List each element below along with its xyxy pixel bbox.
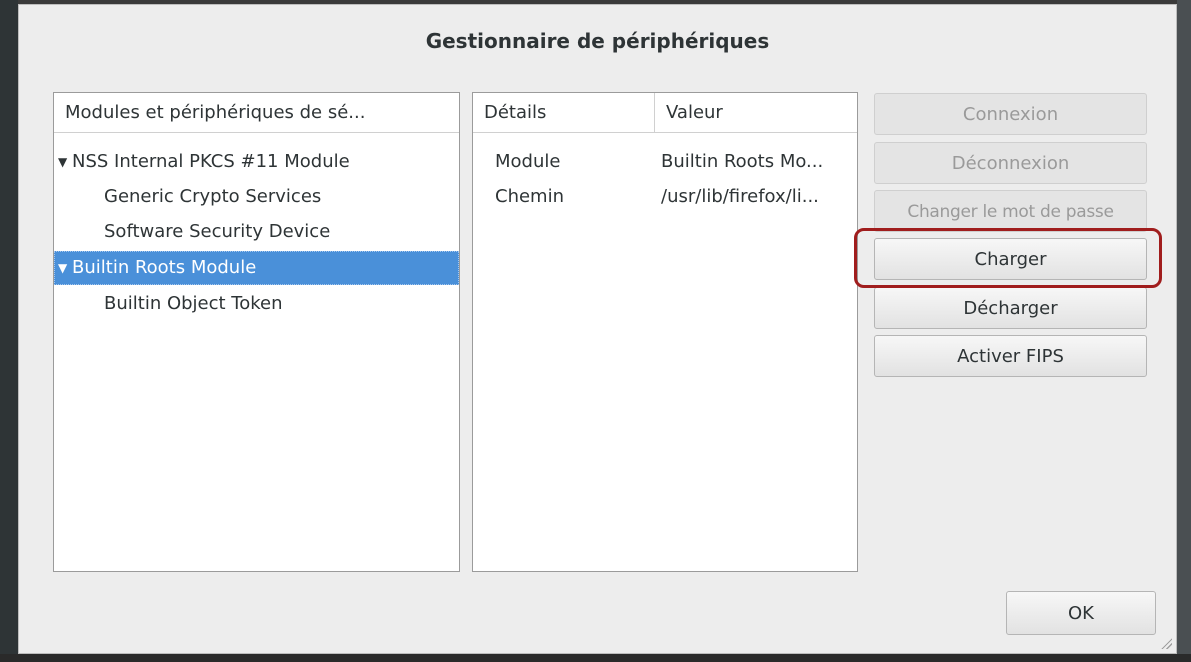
tree-item-label: Builtin Object Token	[104, 293, 283, 314]
modules-tree[interactable]: Modules et périphériques de sé... ▼ NSS I…	[53, 92, 460, 572]
unload-button[interactable]: Décharger	[874, 287, 1147, 329]
detail-name-module: Module	[495, 151, 561, 172]
device-manager-dialog: Gestionnaire de périphériques Modules et…	[18, 4, 1177, 654]
background-window-edge	[0, 0, 18, 662]
tree-item-generic-crypto-services[interactable]: Generic Crypto Services	[104, 180, 321, 214]
column-header-details[interactable]: Détails	[473, 93, 655, 133]
column-header-modules[interactable]: Modules et périphériques de sé...	[54, 93, 459, 133]
login-button[interactable]: Connexion	[874, 93, 1147, 135]
tree-item-label: Builtin Roots Module	[72, 257, 257, 278]
tree-item-label: Software Security Device	[104, 221, 331, 242]
change-password-button[interactable]: Changer le mot de passe	[874, 190, 1147, 232]
column-header-value[interactable]: Valeur	[655, 93, 857, 133]
expander-down-icon[interactable]: ▼	[58, 145, 72, 179]
details-table[interactable]: Détails Valeur Module Builtin Roots Mo..…	[472, 92, 858, 572]
background-window-edge	[1177, 0, 1191, 662]
dialog-title: Gestionnaire de périphériques	[425, 29, 770, 53]
ok-button[interactable]: OK	[1006, 591, 1156, 635]
expander-down-icon[interactable]: ▼	[58, 251, 72, 285]
tree-item-label: NSS Internal PKCS #11 Module	[72, 151, 350, 172]
resize-grip-icon[interactable]	[1160, 637, 1172, 649]
load-button[interactable]: Charger	[874, 238, 1147, 280]
tree-item-builtin-roots-module[interactable]: ▼ Builtin Roots Module	[54, 251, 459, 285]
detail-value-module: Builtin Roots Mo...	[661, 151, 824, 172]
detail-value-path: /usr/lib/firefox/li...	[661, 186, 819, 207]
tree-item-software-security-device[interactable]: Software Security Device	[104, 215, 330, 249]
tree-item-nss-internal-module[interactable]: ▼ NSS Internal PKCS #11 Module	[58, 145, 457, 179]
tree-item-builtin-object-token[interactable]: Builtin Object Token	[104, 287, 283, 321]
detail-name-path: Chemin	[495, 186, 564, 207]
tree-item-label: Generic Crypto Services	[104, 186, 322, 207]
enable-fips-button[interactable]: Activer FIPS	[874, 335, 1147, 377]
background-window-edge	[0, 654, 1191, 662]
logout-button[interactable]: Déconnexion	[874, 142, 1147, 184]
